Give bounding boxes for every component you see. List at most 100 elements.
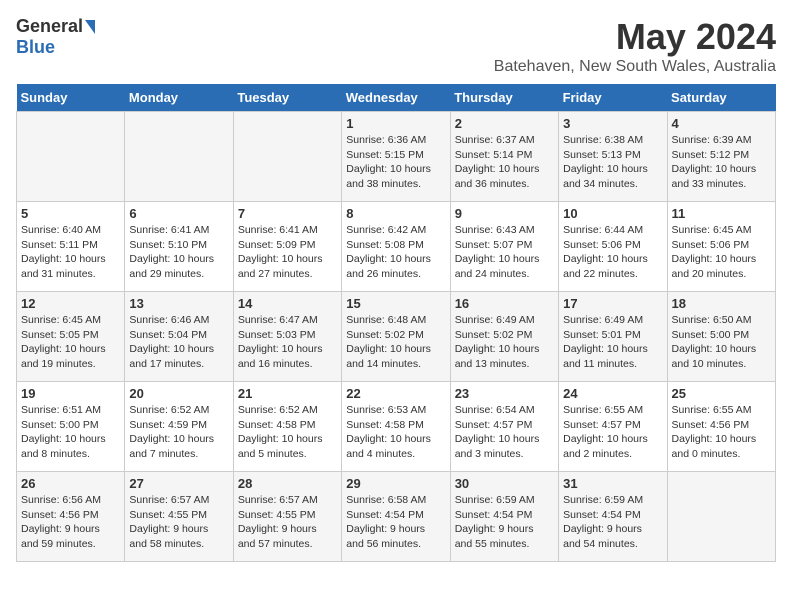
- day-info: Sunrise: 6:48 AM Sunset: 5:02 PM Dayligh…: [346, 313, 445, 372]
- day-info: Sunrise: 6:38 AM Sunset: 5:13 PM Dayligh…: [563, 133, 662, 192]
- calendar-cell: 21Sunrise: 6:52 AM Sunset: 4:58 PM Dayli…: [233, 382, 341, 472]
- calendar-cell: 16 Sunrise: 6:49 AM Sunset: 5:02 PM Dayli…: [450, 292, 558, 382]
- calendar-cell: 7 Sunrise: 6:41 AM Sunset: 5:09 PM Daylig…: [233, 202, 341, 292]
- header-friday: Friday: [559, 84, 667, 112]
- day-number: 7: [238, 206, 337, 221]
- day-number: 18: [672, 296, 771, 311]
- day-number: 5: [21, 206, 120, 221]
- day-info: Sunrise: 6:55 AM Sunset: 4:56 PM Dayligh…: [672, 403, 771, 462]
- day-number: 17: [563, 296, 662, 311]
- day-info: Sunrise: 6:53 AM Sunset: 4:58 PM Dayligh…: [346, 403, 445, 462]
- day-number: 31: [563, 476, 662, 491]
- header-monday: Monday: [125, 84, 233, 112]
- day-info: Sunrise: 6:41 AM Sunset: 5:10 PM Dayligh…: [129, 223, 228, 282]
- calendar-cell: 8Sunrise: 6:42 AM Sunset: 5:08 PM Daylig…: [342, 202, 450, 292]
- calendar-cell: 31 Sunrise: 6:59 AM Sunset: 4:54 PM Dayli…: [559, 472, 667, 562]
- calendar-cell: [125, 112, 233, 202]
- day-info: Sunrise: 6:46 AM Sunset: 5:04 PM Dayligh…: [129, 313, 228, 372]
- page-header: General Blue May 2024 Batehaven, New Sou…: [16, 16, 776, 76]
- day-number: 21: [238, 386, 337, 401]
- calendar-cell: 14Sunrise: 6:47 AM Sunset: 5:03 PM Dayli…: [233, 292, 341, 382]
- calendar-week-row: 19 Sunrise: 6:51 AM Sunset: 5:00 PM Dayli…: [17, 382, 776, 472]
- calendar-cell: 26Sunrise: 6:56 AM Sunset: 4:56 PM Dayli…: [17, 472, 125, 562]
- location-subtitle: Batehaven, New South Wales, Australia: [494, 58, 776, 76]
- day-info: Sunrise: 6:57 AM Sunset: 4:55 PM Dayligh…: [238, 493, 337, 552]
- day-number: 10: [563, 206, 662, 221]
- calendar-cell: 4Sunrise: 6:39 AM Sunset: 5:12 PM Daylig…: [667, 112, 775, 202]
- calendar-cell: 29Sunrise: 6:58 AM Sunset: 4:54 PM Dayli…: [342, 472, 450, 562]
- calendar-cell: 20Sunrise: 6:52 AM Sunset: 4:59 PM Dayli…: [125, 382, 233, 472]
- day-info: Sunrise: 6:37 AM Sunset: 5:14 PM Dayligh…: [455, 133, 554, 192]
- calendar-table: SundayMondayTuesdayWednesdayThursdayFrid…: [16, 84, 776, 562]
- day-number: 16: [455, 296, 554, 311]
- calendar-cell: 15 Sunrise: 6:48 AM Sunset: 5:02 PM Dayli…: [342, 292, 450, 382]
- day-number: 9: [455, 206, 554, 221]
- calendar-cell: [667, 472, 775, 562]
- day-number: 22: [346, 386, 445, 401]
- logo: General Blue: [16, 16, 95, 58]
- calendar-cell: 19 Sunrise: 6:51 AM Sunset: 5:00 PM Dayli…: [17, 382, 125, 472]
- day-info: Sunrise: 6:44 AM Sunset: 5:06 PM Dayligh…: [563, 223, 662, 282]
- day-number: 30: [455, 476, 554, 491]
- calendar-cell: 1 Sunrise: 6:36 AM Sunset: 5:15 PM Daylig…: [342, 112, 450, 202]
- calendar-cell: 13 Sunrise: 6:46 AM Sunset: 5:04 PM Dayli…: [125, 292, 233, 382]
- day-number: 27: [129, 476, 228, 491]
- calendar-cell: 17Sunrise: 6:49 AM Sunset: 5:01 PM Dayli…: [559, 292, 667, 382]
- day-number: 13: [129, 296, 228, 311]
- day-number: 6: [129, 206, 228, 221]
- title-section: May 2024 Batehaven, New South Wales, Aus…: [494, 16, 776, 76]
- header-wednesday: Wednesday: [342, 84, 450, 112]
- day-info: Sunrise: 6:36 AM Sunset: 5:15 PM Dayligh…: [346, 133, 445, 192]
- day-info: Sunrise: 6:54 AM Sunset: 4:57 PM Dayligh…: [455, 403, 554, 462]
- calendar-cell: 30 Sunrise: 6:59 AM Sunset: 4:54 PM Dayli…: [450, 472, 558, 562]
- calendar-header-row: SundayMondayTuesdayWednesdayThursdayFrid…: [17, 84, 776, 112]
- day-number: 11: [672, 206, 771, 221]
- day-number: 1: [346, 116, 445, 131]
- calendar-week-row: 1 Sunrise: 6:36 AM Sunset: 5:15 PM Daylig…: [17, 112, 776, 202]
- day-number: 20: [129, 386, 228, 401]
- day-number: 28: [238, 476, 337, 491]
- calendar-week-row: 5Sunrise: 6:40 AM Sunset: 5:11 PM Daylig…: [17, 202, 776, 292]
- day-info: Sunrise: 6:59 AM Sunset: 4:54 PM Dayligh…: [563, 493, 662, 552]
- calendar-cell: 23 Sunrise: 6:54 AM Sunset: 4:57 PM Dayli…: [450, 382, 558, 472]
- calendar-cell: 11 Sunrise: 6:45 AM Sunset: 5:06 PM Dayli…: [667, 202, 775, 292]
- day-number: 4: [672, 116, 771, 131]
- day-info: Sunrise: 6:56 AM Sunset: 4:56 PM Dayligh…: [21, 493, 120, 552]
- day-info: Sunrise: 6:57 AM Sunset: 4:55 PM Dayligh…: [129, 493, 228, 552]
- day-number: 14: [238, 296, 337, 311]
- day-info: Sunrise: 6:49 AM Sunset: 5:02 PM Dayligh…: [455, 313, 554, 372]
- header-saturday: Saturday: [667, 84, 775, 112]
- day-info: Sunrise: 6:51 AM Sunset: 5:00 PM Dayligh…: [21, 403, 120, 462]
- day-info: Sunrise: 6:41 AM Sunset: 5:09 PM Dayligh…: [238, 223, 337, 282]
- day-number: 15: [346, 296, 445, 311]
- day-info: Sunrise: 6:55 AM Sunset: 4:57 PM Dayligh…: [563, 403, 662, 462]
- day-number: 29: [346, 476, 445, 491]
- header-tuesday: Tuesday: [233, 84, 341, 112]
- calendar-cell: 18 Sunrise: 6:50 AM Sunset: 5:00 PM Dayli…: [667, 292, 775, 382]
- logo-blue-text: Blue: [16, 37, 55, 58]
- day-info: Sunrise: 6:45 AM Sunset: 5:06 PM Dayligh…: [672, 223, 771, 282]
- day-number: 23: [455, 386, 554, 401]
- calendar-cell: 9 Sunrise: 6:43 AM Sunset: 5:07 PM Daylig…: [450, 202, 558, 292]
- day-number: 25: [672, 386, 771, 401]
- day-info: Sunrise: 6:59 AM Sunset: 4:54 PM Dayligh…: [455, 493, 554, 552]
- calendar-cell: 6 Sunrise: 6:41 AM Sunset: 5:10 PM Daylig…: [125, 202, 233, 292]
- day-number: 2: [455, 116, 554, 131]
- header-thursday: Thursday: [450, 84, 558, 112]
- calendar-cell: 22 Sunrise: 6:53 AM Sunset: 4:58 PM Dayli…: [342, 382, 450, 472]
- calendar-week-row: 12 Sunrise: 6:45 AM Sunset: 5:05 PM Dayli…: [17, 292, 776, 382]
- day-number: 19: [21, 386, 120, 401]
- logo-general-text: General: [16, 16, 83, 37]
- calendar-cell: [233, 112, 341, 202]
- calendar-cell: 12 Sunrise: 6:45 AM Sunset: 5:05 PM Dayli…: [17, 292, 125, 382]
- day-info: Sunrise: 6:50 AM Sunset: 5:00 PM Dayligh…: [672, 313, 771, 372]
- calendar-cell: 2 Sunrise: 6:37 AM Sunset: 5:14 PM Daylig…: [450, 112, 558, 202]
- calendar-week-row: 26Sunrise: 6:56 AM Sunset: 4:56 PM Dayli…: [17, 472, 776, 562]
- day-info: Sunrise: 6:45 AM Sunset: 5:05 PM Dayligh…: [21, 313, 120, 372]
- day-number: 12: [21, 296, 120, 311]
- month-year-title: May 2024: [494, 16, 776, 58]
- calendar-cell: 10 Sunrise: 6:44 AM Sunset: 5:06 PM Dayli…: [559, 202, 667, 292]
- calendar-cell: 24Sunrise: 6:55 AM Sunset: 4:57 PM Dayli…: [559, 382, 667, 472]
- day-info: Sunrise: 6:43 AM Sunset: 5:07 PM Dayligh…: [455, 223, 554, 282]
- logo-triangle-icon: [85, 20, 95, 34]
